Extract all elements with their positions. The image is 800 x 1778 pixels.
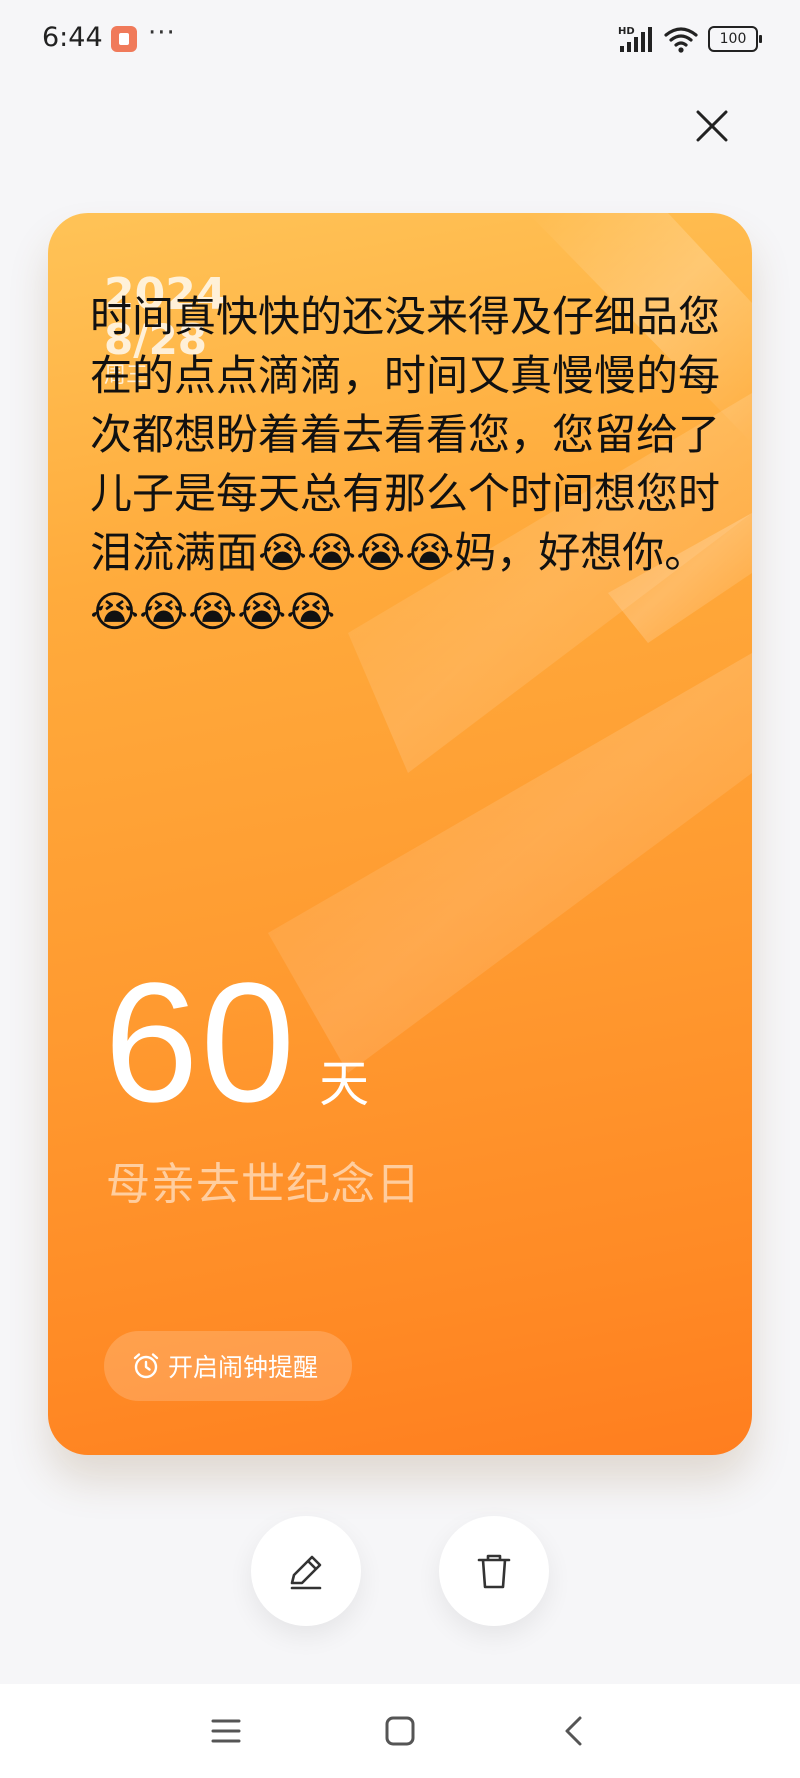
trash-icon xyxy=(477,1554,511,1589)
signal-badge-text: HD xyxy=(618,26,635,37)
more-notifications-indicator: ··· xyxy=(148,18,176,48)
alarm-clock-icon xyxy=(133,1353,159,1379)
pencil-icon xyxy=(290,1555,322,1590)
card-message: 时间真快快的还没来得及仔细品您在的点点滴滴，时间又真慢慢的每次都想盼着着去看看您… xyxy=(90,292,721,636)
delete-button[interactable] xyxy=(439,1516,549,1626)
back-icon xyxy=(565,1716,582,1746)
day-count: 60 xyxy=(104,948,298,1138)
anniversary-card: 2024 8/28 周三 时间真快快的还没来得及仔细品您在的点点滴滴，时间又真慢… xyxy=(48,213,752,1455)
edit-button[interactable] xyxy=(251,1516,361,1626)
status-time: 6:44 xyxy=(42,22,103,53)
nav-back-button[interactable] xyxy=(549,1708,599,1754)
menu-icon xyxy=(211,1719,241,1743)
app-notification-icon xyxy=(111,26,137,52)
nav-menu-button[interactable] xyxy=(201,1708,251,1754)
close-icon xyxy=(696,110,728,142)
nav-home-button[interactable] xyxy=(375,1708,425,1754)
wifi-icon xyxy=(664,27,698,53)
screen: 6:44 ··· HD 100 2024 8/28 周三 时间真快快的还没来得及… xyxy=(0,0,800,1778)
status-bar: 6:44 ··· HD 100 xyxy=(0,0,800,78)
alarm-button-label: 开启闹钟提醒 xyxy=(168,1353,319,1382)
status-icons: HD 100 xyxy=(618,24,762,54)
signal-icon: HD xyxy=(618,26,652,52)
battery-icon: 100 xyxy=(708,26,762,52)
close-button[interactable] xyxy=(690,104,734,148)
event-title: 母亲去世纪念日 xyxy=(106,1159,421,1210)
home-icon xyxy=(385,1716,415,1746)
day-unit: 天 xyxy=(319,1055,370,1113)
enable-alarm-button[interactable]: 开启闹钟提醒 xyxy=(104,1331,352,1401)
day-count-row: 60 天 xyxy=(104,958,369,1128)
system-nav-bar xyxy=(0,1684,800,1778)
